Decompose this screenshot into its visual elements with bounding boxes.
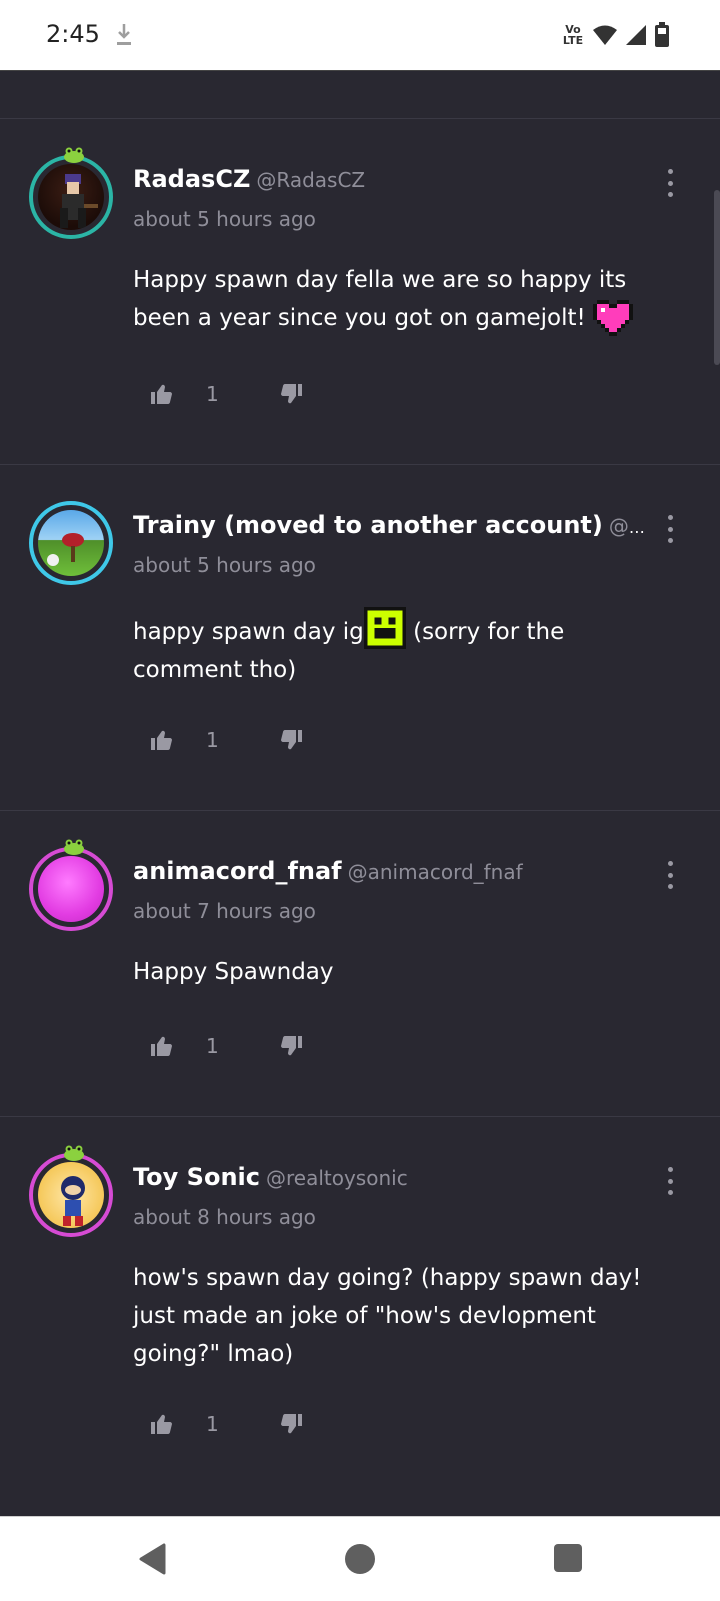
- avatar[interactable]: [29, 839, 113, 931]
- username[interactable]: @realtoysonic: [266, 1166, 408, 1190]
- recents-icon[interactable]: [553, 1543, 583, 1573]
- like-count: 1: [206, 1412, 219, 1436]
- comment-header: animacord_fnaf @animacord_fnaf: [133, 857, 648, 885]
- comment-body: happy spawn day ig (sorry for the commen…: [133, 607, 673, 689]
- comment-header: Toy Sonic @realtoysonic: [133, 1163, 648, 1191]
- comment-actions: 1: [150, 1031, 303, 1061]
- comment-item: Toy Sonic @realtoysonic about 8 hours ago…: [0, 1117, 720, 1515]
- thumbs-up-icon[interactable]: [150, 728, 174, 752]
- thumbs-up-icon[interactable]: [150, 382, 174, 406]
- battery-icon: [655, 22, 669, 47]
- volte-icon: Vo LTE: [562, 23, 584, 47]
- thumbs-down-icon[interactable]: [279, 728, 303, 752]
- comment-more-menu-button[interactable]: [664, 1167, 676, 1195]
- avatar[interactable]: [29, 1145, 113, 1237]
- system-navigation-bar: [0, 1516, 720, 1601]
- comment-timestamp[interactable]: about 7 hours ago: [133, 899, 316, 923]
- wifi-icon: [593, 25, 617, 45]
- frog-badge-icon: [64, 147, 84, 163]
- comment-body: how's spawn day going? (happy spawn day!…: [133, 1259, 673, 1373]
- comment-text: happy spawn day ig: [133, 619, 364, 645]
- thumbs-down-icon[interactable]: [279, 1412, 303, 1436]
- display-name[interactable]: Toy Sonic: [133, 1163, 260, 1191]
- comment-item: animacord_fnaf @animacord_fnaf about 7 ho…: [0, 811, 720, 1117]
- comment-body: Happy Spawnday: [133, 953, 673, 991]
- thumbs-down-icon[interactable]: [279, 382, 303, 406]
- like-count: 1: [206, 382, 219, 406]
- green-face-sticker-icon: [363, 607, 406, 649]
- comment-timestamp[interactable]: about 5 hours ago: [133, 553, 316, 577]
- avatar[interactable]: [29, 501, 113, 585]
- comment-text: Happy Spawnday: [133, 959, 334, 985]
- avatar[interactable]: [29, 147, 113, 239]
- comment-timestamp[interactable]: about 5 hours ago: [133, 207, 316, 231]
- display-name[interactable]: Trainy (moved to another account): [133, 511, 603, 539]
- like-count: 1: [206, 1034, 219, 1058]
- thumbs-up-icon[interactable]: [150, 1412, 174, 1436]
- display-name[interactable]: RadasCZ: [133, 165, 250, 193]
- thumbs-down-icon[interactable]: [279, 1034, 303, 1058]
- comment-actions: 1: [150, 725, 303, 755]
- comment-more-menu-button[interactable]: [664, 861, 676, 889]
- comment-item: Trainy (moved to another account)@are...…: [0, 465, 720, 811]
- frog-badge-icon: [64, 839, 84, 855]
- comment-more-menu-button[interactable]: [664, 515, 676, 543]
- frog-badge-icon: [64, 1145, 84, 1161]
- status-icons: Vo LTE: [560, 20, 670, 50]
- status-bar: 2:45 Vo LTE: [0, 0, 720, 71]
- comment-timestamp[interactable]: about 8 hours ago: [133, 1205, 316, 1229]
- comment-item: RadasCZ @RadasCZ about 5 hours ago Happy …: [0, 119, 720, 465]
- comment-header: Trainy (moved to another account)@are...: [133, 511, 648, 539]
- comment-text: Happy spawn day fella we are so happy it…: [133, 267, 627, 331]
- thumbs-up-icon[interactable]: [150, 1034, 174, 1058]
- username[interactable]: @are...: [609, 514, 648, 538]
- display-name[interactable]: animacord_fnaf: [133, 857, 342, 885]
- comment-header: RadasCZ @RadasCZ: [133, 165, 648, 193]
- pink-heart-sticker-icon: [593, 300, 634, 336]
- back-icon[interactable]: [138, 1543, 166, 1575]
- status-time: 2:45: [46, 20, 100, 48]
- comment-body: Happy spawn day fella we are so happy it…: [133, 261, 673, 337]
- like-count: 1: [206, 728, 219, 752]
- comment-text: how's spawn day going? (happy spawn day!…: [133, 1265, 642, 1367]
- username[interactable]: @animacord_fnaf: [348, 860, 523, 884]
- home-icon[interactable]: [344, 1543, 376, 1575]
- download-icon: [117, 24, 131, 45]
- comment-actions: 1: [150, 1409, 303, 1439]
- comment-actions: 1: [150, 379, 303, 409]
- signal-icon: [626, 25, 646, 45]
- comment-more-menu-button[interactable]: [664, 169, 676, 197]
- username[interactable]: @RadasCZ: [256, 168, 365, 192]
